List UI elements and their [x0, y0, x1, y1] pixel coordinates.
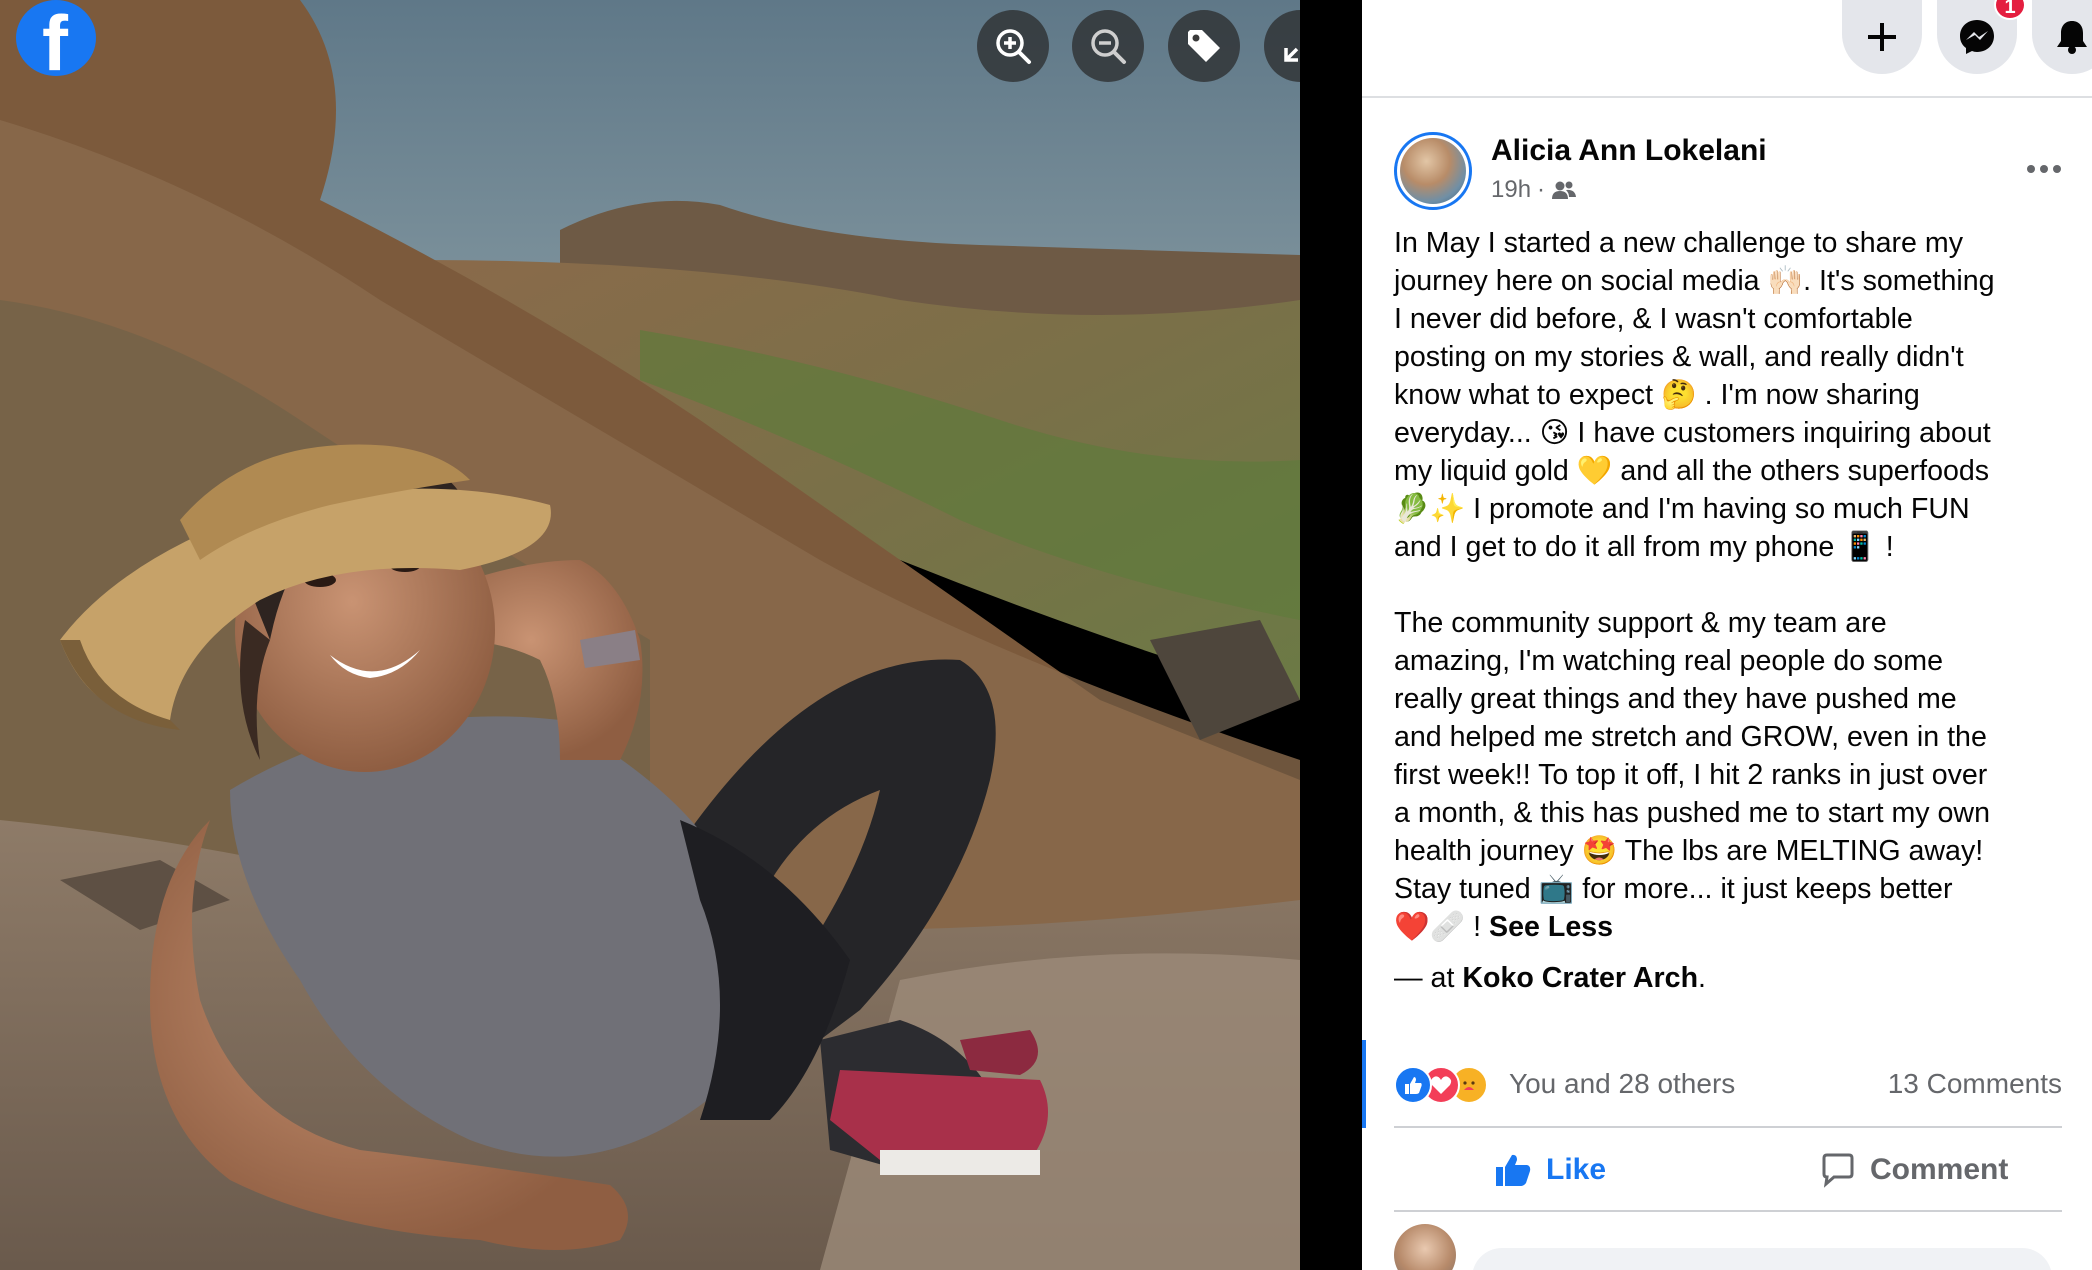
- post-panel: 1 Alicia Ann Lokelani 19h · In May I sta…: [1362, 0, 2092, 1270]
- post-line: and helped me stretch and GROW, even in …: [1394, 721, 1987, 753]
- post-line: really great things and they have pushed…: [1394, 683, 1957, 715]
- post-line: amazing, I'm watching real people do som…: [1394, 645, 1944, 677]
- post-options-button[interactable]: [2014, 148, 2074, 190]
- post-line: posting on my stories & wall, and really…: [1394, 341, 1964, 373]
- plus-icon: [1868, 23, 1896, 51]
- post-line: I never did before, & I wasn't comfortab…: [1394, 303, 1913, 335]
- post-meta: 19h ·: [1491, 176, 1577, 204]
- facebook-logo-letter: f: [42, 0, 68, 76]
- meta-separator: ·: [1537, 176, 1546, 203]
- post-line: journey here on social media 🙌🏻. It's so…: [1394, 265, 1995, 297]
- post-line: health journey 🤩 The lbs are MELTING awa…: [1394, 835, 1984, 867]
- post-header: Alicia Ann Lokelani 19h ·: [1394, 130, 2074, 212]
- messenger-icon: [1960, 20, 1994, 54]
- location-suffix: .: [1698, 962, 1706, 994]
- like-reaction-icon: [1394, 1066, 1432, 1104]
- viewer-edge: [1300, 0, 1362, 1270]
- comment-button[interactable]: Comment: [1820, 1134, 2008, 1206]
- more-icon: [2027, 165, 2061, 173]
- comment-label: Comment: [1870, 1153, 2009, 1186]
- facebook-logo[interactable]: f: [16, 0, 96, 76]
- reaction-count[interactable]: You and 28 others: [1509, 1068, 1735, 1100]
- post-photo: [0, 0, 1300, 1270]
- location-prefix: — at: [1394, 962, 1463, 994]
- tag-photo-button[interactable]: [1168, 10, 1240, 82]
- location-link[interactable]: Koko Crater Arch: [1462, 962, 1698, 994]
- post-line: everyday... 😘 I have customers inquiring…: [1394, 417, 1991, 449]
- reactions-summary: You and 28 others 13 Comments: [1394, 1058, 2062, 1110]
- thumbs-up-icon: [1496, 1154, 1531, 1186]
- author-avatar[interactable]: [1394, 132, 1472, 210]
- post-line: and I get to do it all from my phone 📱 !: [1394, 531, 1894, 563]
- photo-viewer[interactable]: f: [0, 0, 1300, 1270]
- zoom-in-icon: [996, 29, 1031, 64]
- zoom-in-button[interactable]: [977, 10, 1049, 82]
- comment-input[interactable]: [1472, 1248, 2052, 1270]
- see-less-link[interactable]: See Less: [1489, 911, 1613, 943]
- post-line: first week!! To top it off, I hit 2 rank…: [1394, 759, 1988, 791]
- post-line: In May I started a new challenge to shar…: [1394, 227, 1963, 259]
- commenter-avatar[interactable]: [1394, 1224, 1456, 1270]
- checkin-location: — at Koko Crater Arch.: [1394, 962, 1706, 995]
- post-line: a month, & this has pushed me to start m…: [1394, 797, 1990, 829]
- post-line: 🥬✨ I promote and I'm having so much FUN: [1394, 493, 1970, 525]
- zoom-out-button[interactable]: [1072, 10, 1144, 82]
- comment-icon: [1822, 1153, 1854, 1188]
- bell-icon: [2057, 21, 2087, 54]
- friends-icon[interactable]: [1551, 180, 1577, 200]
- reaction-icons[interactable]: [1394, 1066, 1494, 1106]
- post-last-line: ❤️🩹 ! See Less: [1394, 908, 2062, 946]
- expand-icon: [1284, 47, 1299, 62]
- create-button[interactable]: [1842, 0, 1922, 74]
- divider: [1394, 1210, 2062, 1212]
- divider: [1394, 1126, 2062, 1128]
- post-line: Stay tuned 📺 for more... it just keeps b…: [1394, 873, 1953, 905]
- post-line: know what to expect 🤔 . I'm now sharing: [1394, 379, 1920, 411]
- post-actions: Like Comment: [1394, 1134, 2062, 1206]
- zoom-out-icon: [1091, 29, 1126, 64]
- tag-icon: [1188, 30, 1220, 62]
- notifications-button[interactable]: [2032, 0, 2092, 74]
- post-line: my liquid gold 💛 and all the others supe…: [1394, 455, 1990, 487]
- like-label: Like: [1546, 1153, 1607, 1186]
- post-text: In May I started a new challenge to shar…: [1394, 224, 2062, 946]
- focus-accent-bar: [1362, 1040, 1366, 1128]
- top-bar: 1: [1362, 0, 2092, 98]
- post-line-end: ❤️🩹 !: [1394, 911, 1490, 943]
- comment-count[interactable]: 13 Comments: [1888, 1068, 2062, 1100]
- post-time[interactable]: 19h: [1491, 176, 1531, 204]
- post-line: The community support & my team are: [1394, 607, 1887, 639]
- author-name[interactable]: Alicia Ann Lokelani: [1491, 134, 1767, 168]
- like-button[interactable]: Like: [1494, 1134, 1606, 1206]
